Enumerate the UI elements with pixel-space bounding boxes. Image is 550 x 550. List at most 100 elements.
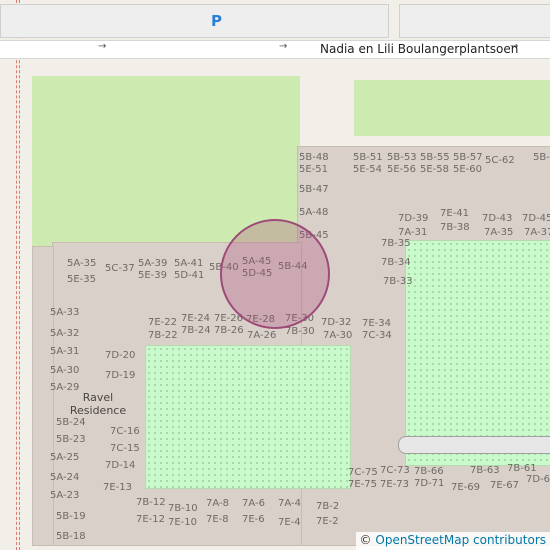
house-number: 7C-75	[348, 467, 378, 478]
house-number: 5A-29	[50, 382, 80, 393]
house-number: 7E-6	[242, 514, 265, 525]
house-number: 5B-53	[387, 152, 417, 163]
house-number: 7E-41	[440, 208, 470, 219]
copyright-symbol: ©	[359, 533, 372, 547]
oneway-arrow-icon: →	[279, 41, 288, 52]
place-name-line2: Residence	[69, 404, 127, 417]
house-number: 5C-37	[105, 263, 135, 274]
house-number: 5B-6	[533, 152, 550, 163]
house-number: 7D-20	[105, 350, 136, 361]
building	[32, 246, 54, 546]
railway-line	[16, 0, 17, 550]
house-number: 7A-37	[524, 227, 550, 238]
house-number: 5B-55	[420, 152, 450, 163]
house-number: 5E-35	[67, 274, 97, 285]
house-number: 5A-25	[50, 452, 80, 463]
house-number: 7E-34	[362, 318, 392, 329]
house-number: 5E-60	[453, 164, 483, 175]
house-number: 5E-39	[138, 270, 168, 281]
house-number: 7D-45	[522, 213, 550, 224]
house-number: 7B-63	[470, 465, 500, 476]
house-number: 7E-13	[103, 482, 133, 493]
house-number: 7A-35	[484, 227, 514, 238]
house-number: 5B-18	[56, 531, 86, 542]
house-number: 7D-14	[105, 460, 136, 471]
house-number: 7B-22	[148, 330, 178, 341]
house-number: 7C-16	[110, 426, 140, 437]
house-number: 5B-57	[453, 152, 483, 163]
house-number: 5A-33	[50, 307, 80, 318]
house-number: 7D-71	[414, 478, 445, 489]
courtyard-garden	[405, 240, 550, 466]
house-number: 7B-61	[507, 463, 537, 474]
road-name: Nadia en Lili Boulangerplantsoen	[320, 42, 519, 56]
house-number: 7E-10	[168, 517, 198, 528]
place-name-line1: Ravel	[82, 391, 114, 404]
house-number: 7D-65	[526, 474, 550, 485]
house-number: 5E-58	[420, 164, 450, 175]
house-number: 7E-67	[490, 480, 520, 491]
house-number: 7E-4	[278, 517, 301, 528]
house-number: 7B-26	[214, 325, 244, 336]
house-number: 5C-62	[485, 155, 515, 166]
house-number: 5A-23	[50, 490, 80, 501]
oneway-arrow-icon: →	[98, 41, 107, 52]
house-number: 7D-19	[105, 370, 136, 381]
house-number: 7B-2	[316, 501, 340, 512]
house-number: 5B-47	[299, 184, 329, 195]
house-number: 5D-41	[174, 270, 205, 281]
location-marker[interactable]	[220, 219, 330, 329]
house-number: 7A-30	[323, 330, 353, 341]
map-view[interactable]: P → → → Nadia en Lili Boulangerplantsoen…	[0, 0, 550, 550]
house-number: 7D-43	[482, 213, 513, 224]
house-number: 7E-2	[316, 516, 339, 527]
house-number: 7A-4	[278, 498, 301, 509]
house-number: 7B-38	[440, 222, 470, 233]
house-number: 7E-22	[148, 317, 178, 328]
house-number: 7B-12	[136, 497, 166, 508]
house-number: 7A-26	[247, 330, 277, 341]
house-number: 7A-8	[206, 498, 229, 509]
house-number: 5A-48	[299, 207, 329, 218]
house-number: 7E-69	[451, 482, 481, 493]
house-number: 5B-48	[299, 152, 329, 163]
map-attribution: © OpenStreetMap contributors	[355, 532, 550, 550]
house-number: 7E-73	[380, 479, 410, 490]
house-number: 5E-54	[353, 164, 383, 175]
house-number: 5B-23	[56, 434, 86, 445]
house-number: 7B-30	[285, 326, 315, 337]
house-number: 7D-32	[321, 317, 352, 328]
house-number: 5B-51	[353, 152, 383, 163]
house-number: 7E-75	[348, 479, 378, 490]
house-number: 7B-66	[414, 466, 444, 477]
house-number: 7E-12	[136, 514, 166, 525]
house-number: 5A-30	[50, 365, 80, 376]
house-number: 7E-24	[181, 313, 211, 324]
place-label: Ravel Residence	[68, 391, 128, 417]
parking-symbol: P	[211, 12, 222, 30]
house-number: 7C-34	[362, 330, 392, 341]
house-number: 7A-6	[242, 498, 265, 509]
house-number: 5B-19	[56, 511, 86, 522]
house-number: 5E-51	[299, 164, 329, 175]
parking-area	[0, 4, 389, 38]
house-number: 5A-32	[50, 328, 80, 339]
house-number: 5A-39	[138, 258, 168, 269]
house-number: 5A-31	[50, 346, 80, 357]
house-number: 5A-35	[67, 258, 97, 269]
house-number: 7B-34	[381, 257, 411, 268]
attribution-link[interactable]: OpenStreetMap contributors	[375, 533, 546, 547]
footpath	[398, 436, 550, 454]
house-number: 7B-24	[181, 325, 211, 336]
house-number: 5B-24	[56, 417, 86, 428]
house-number: 7B-33	[383, 276, 413, 287]
house-number: 7C-73	[380, 465, 410, 476]
house-number: 7B-10	[168, 503, 198, 514]
house-number: 7E-8	[206, 514, 229, 525]
parking-area-right	[399, 4, 550, 38]
house-number: 7B-35	[381, 238, 411, 249]
house-number: 7A-31	[398, 227, 428, 238]
house-number: 5A-24	[50, 472, 80, 483]
house-number: 7C-15	[110, 443, 140, 454]
house-number: 7D-39	[398, 213, 429, 224]
